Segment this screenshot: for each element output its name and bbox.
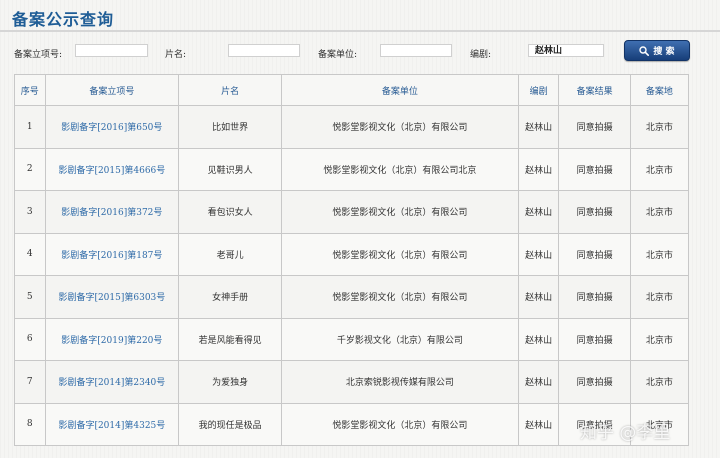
cell-unit: 悦影堂影视文化（北京）有限公司 bbox=[281, 275, 519, 319]
table-row: 1 影剧备字[2016]第650号 比如世界 悦影堂影视文化（北京）有限公司 赵… bbox=[14, 105, 690, 149]
record-link[interactable]: 影剧备字[2016]第650号 bbox=[61, 123, 162, 133]
cell-title: 女神手册 bbox=[178, 275, 283, 319]
cell-record: 影剧备字[2014]第4325号 bbox=[44, 402, 180, 446]
record-link[interactable]: 影剧备字[2014]第4325号 bbox=[58, 421, 165, 431]
cell-result: 同意拍摄 bbox=[558, 275, 631, 319]
results-table: 序号 备案立项号 片名 备案单位 编剧 备案结果 备案地 1 影剧备字[2016… bbox=[14, 74, 690, 446]
record-link[interactable]: 影剧备字[2016]第372号 bbox=[61, 208, 162, 218]
record-link[interactable]: 影剧备字[2015]第4666号 bbox=[58, 166, 165, 176]
header-film-title: 片名 bbox=[178, 74, 283, 106]
cell-unit: 北京索锐影视传媒有限公司 bbox=[281, 360, 519, 404]
table-row: 6 影剧备字[2019]第220号 若是风能看得见 千岁影视文化（北京）有限公司… bbox=[14, 317, 690, 361]
cell-title: 若是风能看得见 bbox=[178, 317, 283, 361]
table-row: 4 影剧备字[2016]第187号 老哥儿 悦影堂影视文化（北京）有限公司 赵林… bbox=[14, 232, 690, 276]
cell-result: 同意拍摄 bbox=[558, 232, 631, 276]
cell-place: 北京市 bbox=[629, 232, 690, 276]
cell-writer: 赵林山 bbox=[517, 317, 560, 361]
cell-record: 影剧备字[2016]第187号 bbox=[44, 232, 180, 276]
cell-unit: 悦影堂影视文化（北京）有限公司 bbox=[281, 402, 519, 446]
cell-place: 北京市 bbox=[629, 147, 690, 191]
cell-title: 比如世界 bbox=[178, 105, 283, 149]
search-button[interactable]: 搜 索 bbox=[624, 40, 690, 61]
table-row: 3 影剧备字[2016]第372号 看包识女人 悦影堂影视文化（北京）有限公司 … bbox=[14, 190, 690, 234]
writer-input[interactable]: 赵林山 bbox=[528, 44, 604, 57]
cell-writer: 赵林山 bbox=[517, 147, 560, 191]
cell-record: 影剧备字[2019]第220号 bbox=[44, 317, 180, 361]
cell-result: 同意拍摄 bbox=[558, 147, 631, 191]
header-writer: 编剧 bbox=[517, 74, 560, 106]
cell-writer: 赵林山 bbox=[517, 275, 560, 319]
cell-no: 1 bbox=[14, 105, 46, 149]
record-link[interactable]: 影剧备字[2015]第6303号 bbox=[58, 293, 165, 303]
cell-place: 北京市 bbox=[629, 105, 690, 149]
search-bar: 备案立项号: 片名: 备案单位: 编剧: 赵林山 搜 索 bbox=[0, 40, 720, 64]
unit-label: 备案单位: bbox=[318, 50, 358, 60]
cell-title: 老哥儿 bbox=[178, 232, 283, 276]
table-row: 5 影剧备字[2015]第6303号 女神手册 悦影堂影视文化（北京）有限公司 … bbox=[14, 275, 690, 319]
header-no: 序号 bbox=[14, 74, 46, 106]
cell-record: 影剧备字[2016]第372号 bbox=[44, 190, 180, 234]
record-no-label: 备案立项号: bbox=[14, 50, 63, 60]
record-no-input[interactable] bbox=[75, 44, 148, 57]
cell-no: 5 bbox=[14, 275, 46, 319]
record-link[interactable]: 影剧备字[2016]第187号 bbox=[61, 251, 162, 261]
cell-writer: 赵林山 bbox=[517, 105, 560, 149]
cell-unit: 悦影堂影视文化（北京）有限公司 bbox=[281, 232, 519, 276]
cell-unit: 悦影堂影视文化（北京）有限公司 bbox=[281, 190, 519, 234]
cell-no: 7 bbox=[14, 360, 46, 404]
cell-record: 影剧备字[2014]第2340号 bbox=[44, 360, 180, 404]
cell-no: 4 bbox=[14, 232, 46, 276]
cell-writer: 赵林山 bbox=[517, 190, 560, 234]
header-unit: 备案单位 bbox=[281, 74, 519, 106]
magnifier-icon bbox=[639, 45, 650, 56]
record-link[interactable]: 影剧备字[2019]第220号 bbox=[61, 336, 162, 346]
cell-place: 北京市 bbox=[629, 360, 690, 404]
cell-title: 看包识女人 bbox=[178, 190, 283, 234]
record-link[interactable]: 影剧备字[2014]第2340号 bbox=[58, 378, 165, 388]
cell-writer: 赵林山 bbox=[517, 402, 560, 446]
cell-writer: 赵林山 bbox=[517, 232, 560, 276]
unit-input[interactable] bbox=[380, 44, 452, 57]
film-title-label: 片名: bbox=[165, 50, 187, 60]
writer-label: 编剧: bbox=[470, 50, 492, 60]
header-record-no: 备案立项号 bbox=[44, 74, 180, 106]
cell-result: 同意拍摄 bbox=[558, 360, 631, 404]
title-divider bbox=[0, 30, 720, 32]
cell-result: 同意拍摄 bbox=[558, 105, 631, 149]
watermark: 知乎 @李里 bbox=[580, 423, 671, 443]
cell-title: 见鞋识男人 bbox=[178, 147, 283, 191]
cell-unit: 千岁影视文化（北京）有限公司 bbox=[281, 317, 519, 361]
header-place: 备案地 bbox=[629, 74, 690, 106]
search-button-label: 搜 索 bbox=[653, 47, 675, 57]
header-result: 备案结果 bbox=[558, 74, 631, 106]
cell-place: 北京市 bbox=[629, 275, 690, 319]
cell-place: 北京市 bbox=[629, 190, 690, 234]
table-row: 2 影剧备字[2015]第4666号 见鞋识男人 悦影堂影视文化（北京）有限公司… bbox=[14, 147, 690, 191]
cell-title: 为爱独身 bbox=[178, 360, 283, 404]
cell-no: 2 bbox=[14, 147, 46, 191]
cell-no: 6 bbox=[14, 317, 46, 361]
cell-record: 影剧备字[2016]第650号 bbox=[44, 105, 180, 149]
table-row: 7 影剧备字[2014]第2340号 为爱独身 北京索锐影视传媒有限公司 赵林山… bbox=[14, 360, 690, 404]
cell-record: 影剧备字[2015]第4666号 bbox=[44, 147, 180, 191]
page-title: 备案公示查询 bbox=[12, 12, 115, 29]
cell-result: 同意拍摄 bbox=[558, 317, 631, 361]
table-header-row: 序号 备案立项号 片名 备案单位 编剧 备案结果 备案地 bbox=[14, 74, 690, 106]
cell-title: 我的现任是极品 bbox=[178, 402, 283, 446]
cell-no: 3 bbox=[14, 190, 46, 234]
cell-place: 北京市 bbox=[629, 317, 690, 361]
cell-record: 影剧备字[2015]第6303号 bbox=[44, 275, 180, 319]
cell-result: 同意拍摄 bbox=[558, 190, 631, 234]
film-title-input[interactable] bbox=[228, 44, 300, 57]
cell-unit: 悦影堂影视文化（北京）有限公司北京 bbox=[281, 147, 519, 191]
cell-no: 8 bbox=[14, 402, 46, 446]
cell-unit: 悦影堂影视文化（北京）有限公司 bbox=[281, 105, 519, 149]
cell-writer: 赵林山 bbox=[517, 360, 560, 404]
